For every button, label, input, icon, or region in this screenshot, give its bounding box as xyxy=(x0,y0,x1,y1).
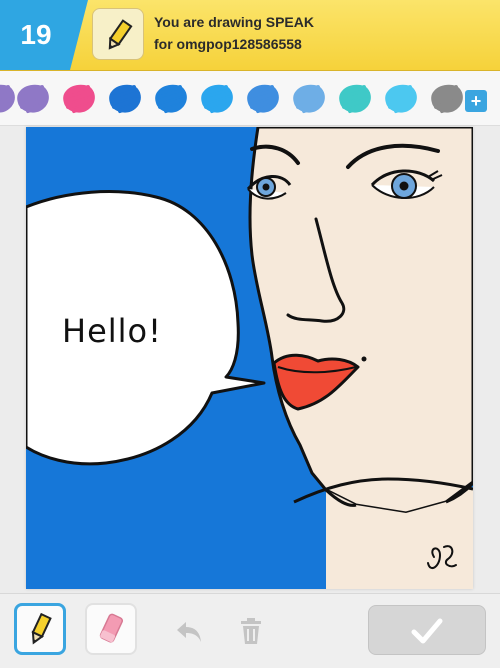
color-swatch[interactable] xyxy=(150,77,192,119)
add-color-button[interactable]: + xyxy=(465,90,487,112)
drawing-word-label: You are drawing SPEAK xyxy=(154,14,314,30)
color-swatch[interactable] xyxy=(426,77,468,119)
eraser-tool-button[interactable] xyxy=(85,603,137,655)
trash-icon xyxy=(241,618,261,644)
color-swatch[interactable] xyxy=(196,77,238,119)
checkmark-icon xyxy=(411,618,443,644)
pencil-tool-button[interactable] xyxy=(14,603,66,655)
color-swatch[interactable] xyxy=(288,77,330,119)
submit-drawing-button[interactable] xyxy=(368,605,486,655)
drawing-artwork xyxy=(26,127,473,589)
color-swatch[interactable] xyxy=(334,77,376,119)
drawing-mode-badge xyxy=(92,8,144,60)
undo-icon xyxy=(177,622,201,642)
color-swatch[interactable] xyxy=(58,77,100,119)
undo-button[interactable] xyxy=(174,616,204,646)
trash-button[interactable] xyxy=(236,616,266,646)
header-bar: 19 You are drawing SPEAK for omgpop12858… xyxy=(0,0,500,71)
drawn-speech-text: Hello! xyxy=(62,312,162,350)
color-palette xyxy=(0,71,500,126)
plus-icon: + xyxy=(470,91,482,111)
pencil-icon xyxy=(31,612,52,645)
pencil-icon xyxy=(108,19,133,50)
timer-value: 19 xyxy=(20,19,52,50)
color-swatch[interactable] xyxy=(242,77,284,119)
color-swatch[interactable] xyxy=(380,77,422,119)
color-swatch[interactable] xyxy=(12,77,54,119)
eraser-icon xyxy=(99,613,124,643)
drawing-canvas[interactable]: Hello! xyxy=(26,127,473,589)
color-swatch[interactable] xyxy=(104,77,146,119)
recipient-label: for omgpop128586558 xyxy=(154,36,302,52)
